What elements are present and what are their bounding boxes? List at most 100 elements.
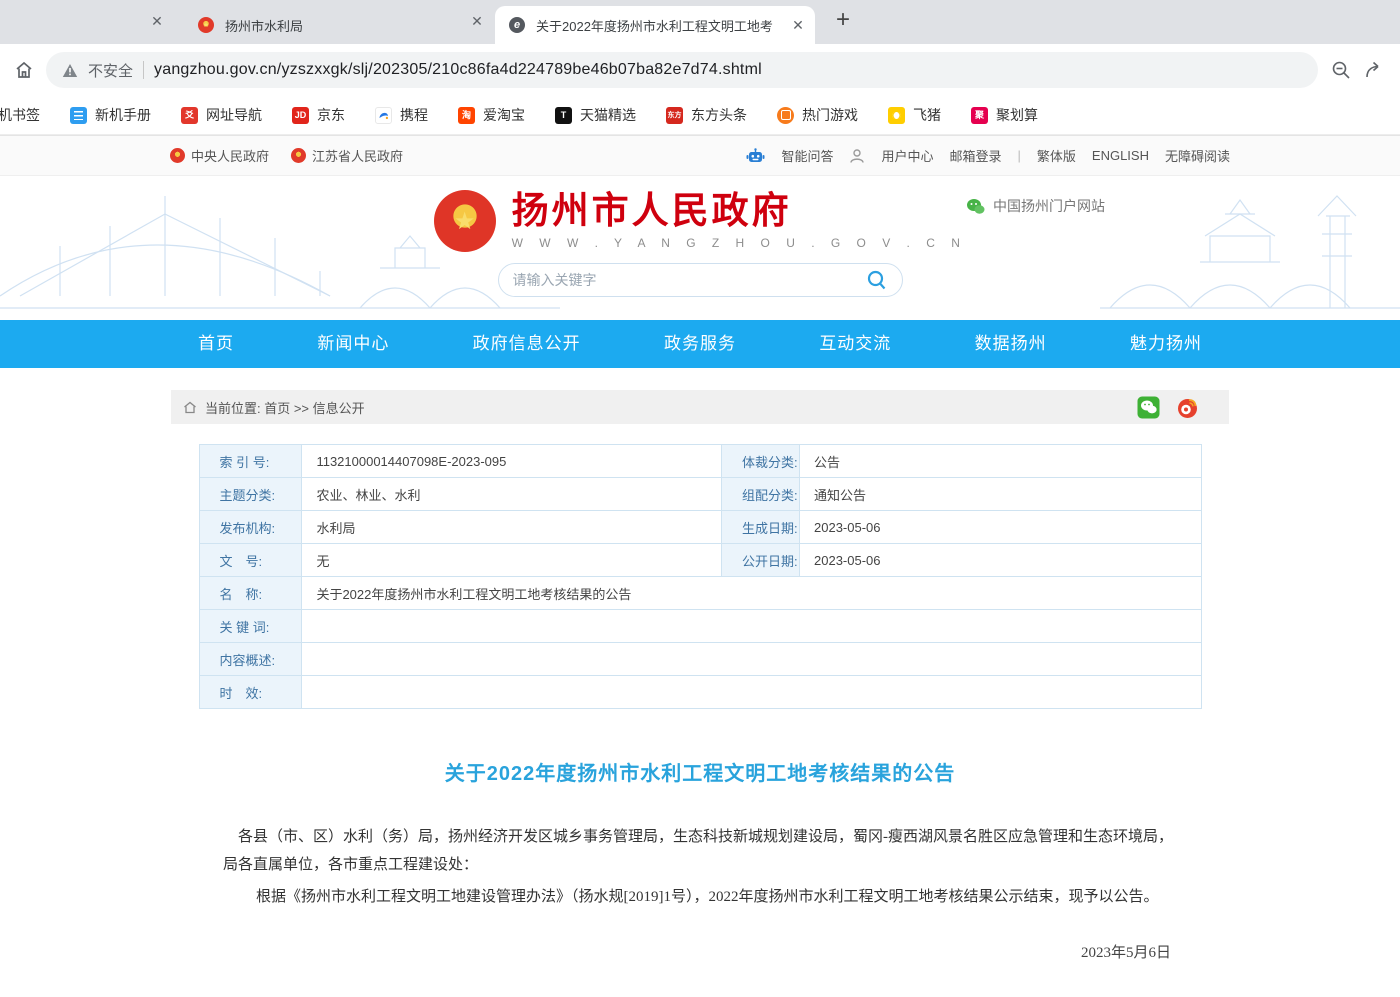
link-label: 中央人民政府	[191, 146, 269, 165]
not-secure-warning-icon[interactable]	[62, 63, 78, 78]
search-icon[interactable]	[866, 269, 888, 291]
mail-login-link[interactable]: 邮箱登录	[949, 146, 1001, 165]
url-field[interactable]: 不安全 yangzhou.gov.cn/yzszxxgk/slj/202305/…	[46, 52, 1318, 88]
tmall-icon: T	[555, 107, 572, 124]
article-title: 关于2022年度扬州市水利工程文明工地考核结果的公告	[223, 757, 1177, 786]
bookmark-item[interactable]: 新机手册	[70, 105, 151, 125]
search-input[interactable]	[513, 272, 866, 288]
article-paragraph: 各县（市、区）水利（务）局，扬州经济开发区城乡事务管理局，生态科技新城规划建设局…	[223, 824, 1177, 880]
bookmark-item[interactable]: 网址导航	[181, 105, 262, 125]
bookmark-item[interactable]: 飞猪	[888, 105, 941, 125]
national-emblem-logo-icon	[434, 190, 496, 252]
article-date: 2023年5月6日	[223, 941, 1177, 962]
meta-value: 关于2022年度扬州市水利工程文明工地考核结果的公告	[302, 577, 1201, 610]
meta-value: 2023-05-06	[800, 544, 1201, 577]
bookmark-item[interactable]: 聚 聚划算	[971, 105, 1038, 125]
browser-tab-inactive[interactable]: 扬州市水利局	[190, 6, 460, 44]
bookmark-label: 热门游戏	[802, 105, 858, 125]
share-icon[interactable]	[1364, 60, 1386, 80]
article-paragraph: 根据《扬州市水利工程文明工地建设管理办法》（扬水规[2019]1号），2022年…	[223, 884, 1177, 912]
bookmark-item[interactable]: 携程	[375, 105, 428, 125]
bookmark-item[interactable]: 淘 爱淘宝	[458, 105, 525, 125]
browser-tab-active[interactable]: 关于2022年度扬州市水利工程文明工地考 ✕	[495, 6, 815, 44]
table-row: 内容概述:	[199, 643, 1201, 676]
breadcrumb[interactable]: 当前位置: 首页 >> 信息公开	[205, 398, 365, 417]
meta-label: 体裁分类:	[722, 445, 800, 478]
bookmark-label: 聚划算	[996, 105, 1038, 125]
breadcrumb-bar: 当前位置: 首页 >> 信息公开	[171, 390, 1229, 424]
share-weibo-icon[interactable]	[1176, 396, 1199, 419]
zoom-out-icon[interactable]	[1330, 59, 1352, 81]
juhuasuan-icon: 聚	[971, 107, 988, 124]
nav-item-home[interactable]: 首页	[198, 320, 234, 368]
url-text[interactable]: yangzhou.gov.cn/yzszxxgk/slj/202305/210c…	[154, 61, 762, 79]
bookmark-label: 飞猪	[913, 105, 941, 125]
meta-value: 无	[302, 544, 722, 577]
bookmark-item[interactable]: JD 京东	[292, 105, 345, 125]
meta-label: 主题分类:	[199, 478, 302, 511]
meta-label: 公开日期:	[722, 544, 800, 577]
close-icon[interactable]: ✕	[789, 17, 807, 34]
main-navigation: 首页 新闻中心 政府信息公开 政务服务 互动交流 数据扬州 魅力扬州	[0, 320, 1400, 368]
ctrip-dolphin-icon	[375, 107, 392, 124]
home-icon[interactable]	[14, 60, 34, 80]
meta-value: 水利局	[302, 511, 722, 544]
security-label: 不安全	[88, 60, 133, 81]
national-emblem-icon	[291, 148, 306, 163]
nav-item-gov-services[interactable]: 政务服务	[664, 320, 736, 368]
site-title: 扬州市人民政府	[512, 192, 967, 233]
portal-link[interactable]: 中国扬州门户网站	[966, 196, 1105, 216]
table-row: 文 号: 无 公开日期: 2023-05-06	[199, 544, 1201, 577]
close-icon[interactable]: ✕	[468, 13, 486, 30]
bookmark-item[interactable]: 热门游戏	[777, 105, 858, 125]
meta-value: 11321000014407098E-2023-095	[302, 445, 722, 478]
home-breadcrumb-icon	[183, 401, 197, 414]
meta-label: 名 称:	[199, 577, 302, 610]
traditional-chinese-link[interactable]: 繁体版	[1037, 146, 1076, 165]
bookmark-label: 机书签	[0, 105, 40, 125]
meta-value: 公告	[800, 445, 1201, 478]
meta-label: 内容概述:	[199, 643, 302, 676]
accessibility-link[interactable]: 无障碍阅读	[1165, 146, 1230, 165]
jd-icon: JD	[292, 107, 309, 124]
close-icon[interactable]: ✕	[148, 13, 166, 30]
bookmark-label: 京东	[317, 105, 345, 125]
bookmark-item[interactable]: 东方 东方头条	[666, 105, 747, 125]
bookmark-label: 天猫精选	[580, 105, 636, 125]
site-url-label: W W W . Y A N G Z H O U . G O V . C N	[512, 236, 967, 250]
meta-value	[302, 643, 1201, 676]
site-search-box[interactable]	[498, 263, 903, 297]
jiangsu-gov-link[interactable]: 江苏省人民政府	[291, 146, 403, 165]
smart-qa-link[interactable]: 智能问答	[781, 146, 833, 165]
address-divider	[143, 61, 144, 79]
central-gov-link[interactable]: 中央人民政府	[170, 146, 269, 165]
nav-item-data-yangzhou[interactable]: 数据扬州	[975, 320, 1047, 368]
table-row: 时 效:	[199, 676, 1201, 709]
gov-utility-bar: 中央人民政府 江苏省人民政府 智能问答 用户中心 邮箱登录	[0, 135, 1400, 176]
nav-item-interaction[interactable]: 互动交流	[819, 320, 891, 368]
english-link[interactable]: ENGLISH	[1092, 148, 1149, 163]
table-row: 主题分类: 农业、林业、水利 组配分类: 通知公告	[199, 478, 1201, 511]
user-icon	[849, 148, 865, 164]
share-wechat-icon[interactable]	[1137, 396, 1160, 419]
nav-item-news[interactable]: 新闻中心	[317, 320, 389, 368]
nav-item-charm-yangzhou[interactable]: 魅力扬州	[1130, 320, 1202, 368]
nav-item-info-disclosure[interactable]: 政府信息公开	[473, 320, 581, 368]
meta-label: 文 号:	[199, 544, 302, 577]
meta-value: 通知公告	[800, 478, 1201, 511]
tab-title: 扬州市水利局	[225, 16, 460, 35]
meta-value	[302, 676, 1201, 709]
new-tab-button[interactable]: +	[828, 6, 858, 34]
meta-value	[302, 610, 1201, 643]
bookmark-label: 携程	[400, 105, 428, 125]
bookmark-item[interactable]: 机书签	[0, 105, 40, 125]
taobao-icon: 淘	[458, 107, 475, 124]
user-center-link[interactable]: 用户中心	[881, 146, 933, 165]
bookmark-item[interactable]: T 天猫精选	[555, 105, 636, 125]
tab-title: 关于2022年度扬州市水利工程文明工地考	[536, 16, 778, 35]
robot-icon	[746, 148, 765, 164]
fliggy-pig-icon	[888, 107, 905, 124]
meta-label: 发布机构:	[199, 511, 302, 544]
manual-icon	[70, 107, 87, 124]
document-metadata-table: 索 引 号: 11321000014407098E-2023-095 体裁分类:…	[199, 444, 1202, 709]
